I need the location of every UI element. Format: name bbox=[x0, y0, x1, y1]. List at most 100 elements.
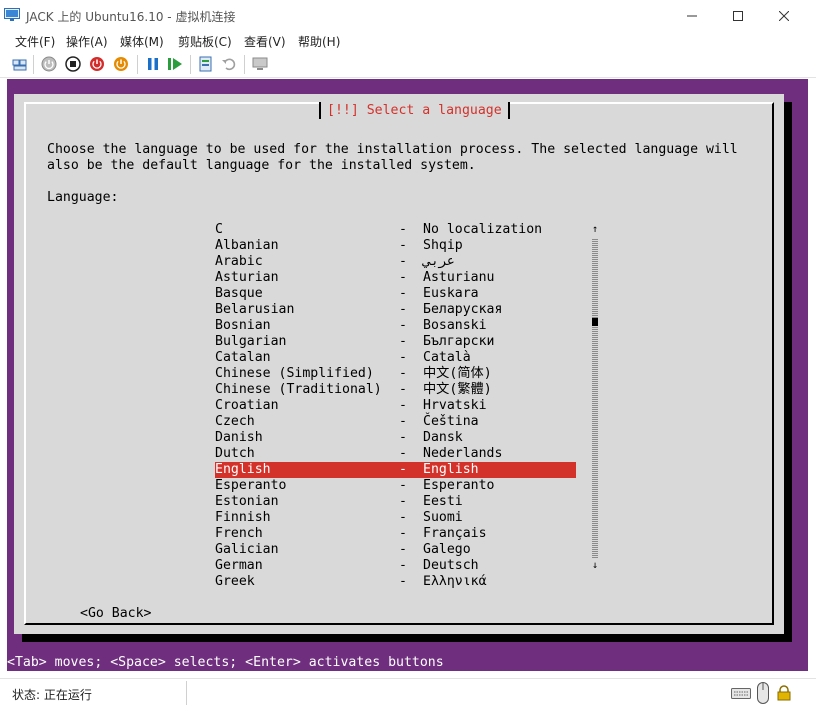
language-option[interactable]: Bulgarian - Български bbox=[215, 334, 576, 350]
language-separator: - bbox=[399, 398, 407, 413]
language-native-name: 中文(简体) bbox=[423, 366, 492, 381]
language-option[interactable]: Albanian - Shqip bbox=[215, 238, 576, 254]
status-bar: 状态: 正在运行 bbox=[0, 678, 816, 714]
language-separator: - bbox=[399, 494, 407, 509]
language-name: Finnish bbox=[215, 510, 271, 525]
menu-action[interactable]: 操作(A) bbox=[66, 33, 108, 50]
language-native-name: Dansk bbox=[423, 430, 463, 445]
maximize-button[interactable] bbox=[715, 0, 761, 31]
language-list[interactable]: C - No localization Albanian - Shqip Arabic - عر… bbox=[215, 222, 576, 590]
language-option[interactable]: Dutch - Nederlands bbox=[215, 446, 576, 462]
resume-icon[interactable] bbox=[167, 56, 183, 72]
language-option[interactable]: Czech - Čeština bbox=[215, 414, 576, 430]
menu-bar: 文件(F) 操作(A) 媒体(M) 剪贴板(C) 查看(V) 帮助(H) bbox=[0, 31, 816, 51]
language-separator: - bbox=[399, 510, 407, 525]
vm-monitor-icon bbox=[4, 8, 20, 21]
start-icon[interactable] bbox=[41, 56, 57, 72]
installer-background: [!!] Select a language Choose the langua… bbox=[7, 79, 808, 671]
language-list-scrollbar[interactable]: ↑ ↓ bbox=[591, 222, 599, 574]
language-option[interactable]: Bosnian - Bosanski bbox=[215, 318, 576, 334]
shutdown-icon[interactable] bbox=[89, 56, 105, 72]
language-name: Chinese (Simplified) bbox=[215, 366, 374, 381]
language-name: C bbox=[215, 222, 223, 237]
language-separator: - bbox=[399, 446, 407, 461]
language-name: French bbox=[215, 526, 263, 541]
language-name: Estonian bbox=[215, 494, 279, 509]
language-separator: - bbox=[399, 318, 407, 333]
language-option[interactable]: Finnish - Suomi bbox=[215, 510, 576, 526]
close-icon bbox=[779, 10, 789, 21]
language-option[interactable]: C - No localization bbox=[215, 222, 576, 238]
language-name: Esperanto bbox=[215, 478, 287, 493]
language-name: Belarusian bbox=[215, 302, 295, 317]
language-separator: - bbox=[399, 558, 407, 573]
language-option[interactable]: English - English bbox=[215, 462, 576, 478]
scroll-down-arrow-icon[interactable]: ↓ bbox=[591, 558, 599, 574]
language-native-name: 中文(繁體) bbox=[423, 382, 492, 397]
language-option[interactable]: Catalan - Català bbox=[215, 350, 576, 366]
go-back-button[interactable]: <Go Back> bbox=[80, 606, 151, 622]
dialog-description: Choose the language to be used for the i… bbox=[47, 142, 738, 173]
menu-media[interactable]: 媒体(M) bbox=[120, 33, 164, 50]
language-native-name: Hrvatski bbox=[423, 398, 487, 413]
language-name: Bulgarian bbox=[215, 334, 287, 349]
language-native-name: Български bbox=[423, 334, 495, 349]
ctrl-alt-del-icon[interactable] bbox=[12, 56, 28, 72]
close-button[interactable] bbox=[761, 0, 807, 31]
language-separator: - bbox=[399, 222, 407, 237]
menu-help[interactable]: 帮助(H) bbox=[298, 33, 340, 50]
language-separator: - bbox=[399, 462, 407, 477]
language-native-name: Galego bbox=[423, 542, 471, 557]
scroll-up-arrow-icon[interactable]: ↑ bbox=[591, 222, 599, 238]
scrollbar-thumb[interactable] bbox=[592, 318, 598, 326]
language-native-name: Shqip bbox=[423, 238, 463, 253]
title-bar: JACK 上的 Ubuntu16.10 - 虚拟机连接 bbox=[0, 0, 816, 31]
language-option[interactable]: Asturian - Asturianu bbox=[215, 270, 576, 286]
language-separator: - bbox=[399, 238, 407, 253]
language-name: Dutch bbox=[215, 446, 255, 461]
language-separator: - bbox=[399, 254, 407, 269]
menu-file[interactable]: 文件(F) bbox=[15, 33, 55, 50]
language-name: Chinese (Traditional) bbox=[215, 382, 382, 397]
minimize-icon bbox=[687, 15, 697, 16]
language-option[interactable]: Croatian - Hrvatski bbox=[215, 398, 576, 414]
language-option[interactable]: Belarusian - Беларуская bbox=[215, 302, 576, 318]
language-option[interactable]: German - Deutsch bbox=[215, 558, 576, 574]
language-native-name: Suomi bbox=[423, 510, 463, 525]
language-option[interactable]: Chinese (Simplified) - 中文(简体) bbox=[215, 366, 576, 382]
vm-status-text: 状态: 正在运行 bbox=[12, 688, 92, 702]
turn-off-icon[interactable] bbox=[65, 56, 81, 72]
language-name: Galician bbox=[215, 542, 279, 557]
save-icon[interactable] bbox=[113, 56, 129, 72]
language-separator: - bbox=[399, 542, 407, 557]
language-native-name: Français bbox=[423, 526, 487, 541]
menu-clipboard[interactable]: 剪贴板(C) bbox=[178, 33, 232, 50]
language-option[interactable]: Esperanto - Esperanto bbox=[215, 478, 576, 494]
revert-icon[interactable] bbox=[221, 56, 237, 72]
minimize-button[interactable] bbox=[669, 0, 715, 31]
language-option[interactable]: Galician - Galego bbox=[215, 542, 576, 558]
language-option[interactable]: Arabic - عربي bbox=[215, 254, 576, 270]
enhanced-session-icon[interactable] bbox=[252, 56, 268, 72]
language-option[interactable]: Danish - Dansk bbox=[215, 430, 576, 446]
language-option[interactable]: Estonian - Eesti bbox=[215, 494, 576, 510]
language-separator: - bbox=[399, 574, 407, 589]
language-separator: - bbox=[399, 350, 407, 365]
language-option[interactable]: Basque - Euskara bbox=[215, 286, 576, 302]
language-name: Basque bbox=[215, 286, 263, 301]
checkpoint-icon[interactable] bbox=[198, 56, 214, 72]
language-name: Asturian bbox=[215, 270, 279, 285]
language-separator: - bbox=[399, 414, 407, 429]
menu-view[interactable]: 查看(V) bbox=[244, 33, 286, 50]
language-option[interactable]: Greek - Ελληνικά bbox=[215, 574, 576, 590]
language-separator: - bbox=[399, 526, 407, 541]
language-option[interactable]: French - Français bbox=[215, 526, 576, 542]
language-option[interactable]: Chinese (Traditional) - 中文(繁體) bbox=[215, 382, 576, 398]
language-name: Bosnian bbox=[215, 318, 271, 333]
language-native-name: Català bbox=[423, 350, 471, 365]
pause-icon[interactable] bbox=[145, 56, 161, 72]
language-name: Czech bbox=[215, 414, 255, 429]
vm-screen[interactable]: [!!] Select a language Choose the langua… bbox=[7, 79, 808, 671]
scrollbar-track[interactable] bbox=[592, 238, 598, 558]
language-native-name: Ελληνικά bbox=[423, 574, 487, 589]
